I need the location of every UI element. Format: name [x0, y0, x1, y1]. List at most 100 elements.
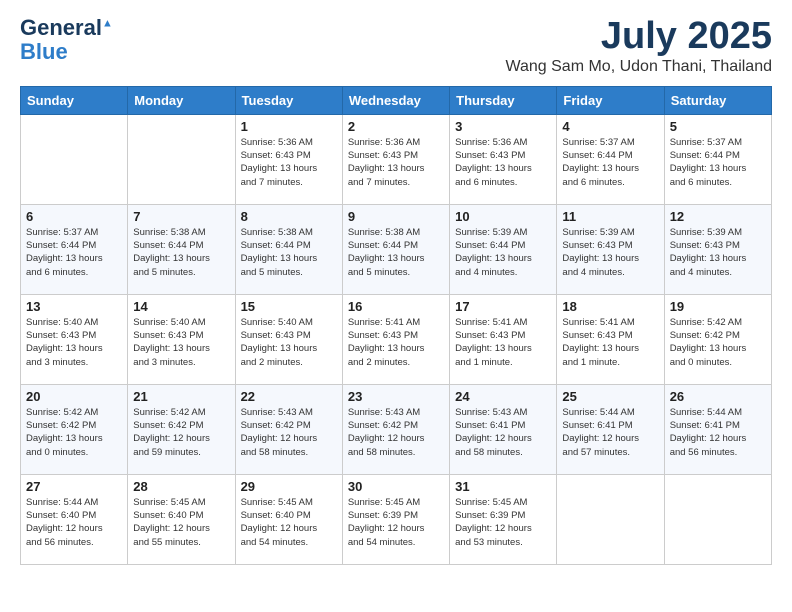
day-detail: Sunrise: 5:40 AM Sunset: 6:43 PM Dayligh… — [26, 316, 122, 369]
calendar-cell: 24 Sunrise: 5:43 AM Sunset: 6:41 PM Dayli… — [450, 384, 557, 474]
day-detail: Sunrise: 5:41 AM Sunset: 6:43 PM Dayligh… — [348, 316, 444, 369]
calendar-cell: 26 Sunrise: 5:44 AM Sunset: 6:41 PM Dayli… — [664, 384, 771, 474]
calendar-cell: 29Sunrise: 5:45 AM Sunset: 6:40 PM Dayli… — [235, 474, 342, 564]
day-number: 3 — [455, 119, 551, 134]
day-detail: Sunrise: 5:41 AM Sunset: 6:43 PM Dayligh… — [562, 316, 658, 369]
weekday-header: Monday — [128, 86, 235, 114]
day-detail: Sunrise: 5:36 AM Sunset: 6:43 PM Dayligh… — [348, 136, 444, 189]
day-detail: Sunrise: 5:37 AM Sunset: 6:44 PM Dayligh… — [562, 136, 658, 189]
day-number: 25 — [562, 389, 658, 404]
calendar-cell: 8 Sunrise: 5:38 AM Sunset: 6:44 PM Daylig… — [235, 204, 342, 294]
calendar-cell: 31 Sunrise: 5:45 AM Sunset: 6:39 PM Dayli… — [450, 474, 557, 564]
logo: General▲ Blue — [20, 16, 113, 64]
day-detail: Sunrise: 5:44 AM Sunset: 6:40 PM Dayligh… — [26, 496, 122, 549]
day-number: 27 — [26, 479, 122, 494]
day-number: 15 — [241, 299, 337, 314]
day-detail: Sunrise: 5:45 AM Sunset: 6:40 PM Dayligh… — [133, 496, 229, 549]
calendar-week-row: 27 Sunrise: 5:44 AM Sunset: 6:40 PM Dayli… — [21, 474, 772, 564]
day-detail: Sunrise: 5:41 AM Sunset: 6:43 PM Dayligh… — [455, 316, 551, 369]
day-detail: Sunrise: 5:39 AM Sunset: 6:43 PM Dayligh… — [562, 226, 658, 279]
day-detail: Sunrise: 5:43 AM Sunset: 6:42 PM Dayligh… — [348, 406, 444, 459]
day-detail: Sunrise: 5:38 AM Sunset: 6:44 PM Dayligh… — [348, 226, 444, 279]
day-number: 4 — [562, 119, 658, 134]
calendar-cell: 14Sunrise: 5:40 AM Sunset: 6:43 PM Dayli… — [128, 294, 235, 384]
day-detail: Sunrise: 5:39 AM Sunset: 6:43 PM Dayligh… — [670, 226, 766, 279]
day-detail: Sunrise: 5:45 AM Sunset: 6:39 PM Dayligh… — [455, 496, 551, 549]
calendar-week-row: 20 Sunrise: 5:42 AM Sunset: 6:42 PM Dayli… — [21, 384, 772, 474]
calendar-cell: 9 Sunrise: 5:38 AM Sunset: 6:44 PM Daylig… — [342, 204, 449, 294]
page: General▲ Blue July 2025 Wang Sam Mo, Udo… — [0, 0, 792, 612]
weekday-header: Sunday — [21, 86, 128, 114]
day-detail: Sunrise: 5:37 AM Sunset: 6:44 PM Dayligh… — [670, 136, 766, 189]
day-number: 23 — [348, 389, 444, 404]
day-number: 13 — [26, 299, 122, 314]
subtitle: Wang Sam Mo, Udon Thani, Thailand — [505, 58, 772, 76]
day-number: 19 — [670, 299, 766, 314]
day-number: 5 — [670, 119, 766, 134]
day-number: 31 — [455, 479, 551, 494]
header: General▲ Blue July 2025 Wang Sam Mo, Udo… — [20, 16, 772, 76]
calendar-cell: 19Sunrise: 5:42 AM Sunset: 6:42 PM Dayli… — [664, 294, 771, 384]
day-number: 21 — [133, 389, 229, 404]
day-detail: Sunrise: 5:38 AM Sunset: 6:44 PM Dayligh… — [241, 226, 337, 279]
day-number: 6 — [26, 209, 122, 224]
calendar-cell: 15 Sunrise: 5:40 AM Sunset: 6:43 PM Dayli… — [235, 294, 342, 384]
logo-blue: Blue — [20, 40, 68, 64]
calendar-header-row: SundayMondayTuesdayWednesdayThursdayFrid… — [21, 86, 772, 114]
calendar-cell: 12 Sunrise: 5:39 AM Sunset: 6:43 PM Dayli… — [664, 204, 771, 294]
day-detail: Sunrise: 5:43 AM Sunset: 6:41 PM Dayligh… — [455, 406, 551, 459]
calendar-cell: 20 Sunrise: 5:42 AM Sunset: 6:42 PM Dayli… — [21, 384, 128, 474]
day-number: 10 — [455, 209, 551, 224]
day-detail: Sunrise: 5:42 AM Sunset: 6:42 PM Dayligh… — [133, 406, 229, 459]
weekday-header: Wednesday — [342, 86, 449, 114]
day-number: 8 — [241, 209, 337, 224]
day-number: 30 — [348, 479, 444, 494]
day-detail: Sunrise: 5:43 AM Sunset: 6:42 PM Dayligh… — [241, 406, 337, 459]
day-detail: Sunrise: 5:42 AM Sunset: 6:42 PM Dayligh… — [26, 406, 122, 459]
day-number: 22 — [241, 389, 337, 404]
calendar-cell: 18 Sunrise: 5:41 AM Sunset: 6:43 PM Dayli… — [557, 294, 664, 384]
calendar-cell: 7Sunrise: 5:38 AM Sunset: 6:44 PM Daylig… — [128, 204, 235, 294]
day-number: 26 — [670, 389, 766, 404]
day-detail: Sunrise: 5:38 AM Sunset: 6:44 PM Dayligh… — [133, 226, 229, 279]
weekday-header: Friday — [557, 86, 664, 114]
title-section: July 2025 Wang Sam Mo, Udon Thani, Thail… — [505, 16, 772, 76]
day-number: 16 — [348, 299, 444, 314]
weekday-header: Thursday — [450, 86, 557, 114]
calendar-cell: 10 Sunrise: 5:39 AM Sunset: 6:44 PM Dayli… — [450, 204, 557, 294]
calendar-cell: 25 Sunrise: 5:44 AM Sunset: 6:41 PM Dayli… — [557, 384, 664, 474]
day-number: 18 — [562, 299, 658, 314]
calendar-cell — [664, 474, 771, 564]
day-number: 2 — [348, 119, 444, 134]
calendar-cell: 6 Sunrise: 5:37 AM Sunset: 6:44 PM Daylig… — [21, 204, 128, 294]
weekday-header: Saturday — [664, 86, 771, 114]
day-number: 11 — [562, 209, 658, 224]
calendar-cell: 22 Sunrise: 5:43 AM Sunset: 6:42 PM Dayli… — [235, 384, 342, 474]
calendar-cell: 4 Sunrise: 5:37 AM Sunset: 6:44 PM Daylig… — [557, 114, 664, 204]
day-number: 12 — [670, 209, 766, 224]
day-detail: Sunrise: 5:36 AM Sunset: 6:43 PM Dayligh… — [241, 136, 337, 189]
calendar-cell: 2 Sunrise: 5:36 AM Sunset: 6:43 PM Daylig… — [342, 114, 449, 204]
calendar-cell: 28Sunrise: 5:45 AM Sunset: 6:40 PM Dayli… — [128, 474, 235, 564]
calendar-week-row: 13 Sunrise: 5:40 AM Sunset: 6:43 PM Dayli… — [21, 294, 772, 384]
day-detail: Sunrise: 5:37 AM Sunset: 6:44 PM Dayligh… — [26, 226, 122, 279]
day-detail: Sunrise: 5:39 AM Sunset: 6:44 PM Dayligh… — [455, 226, 551, 279]
calendar-cell: 11 Sunrise: 5:39 AM Sunset: 6:43 PM Dayli… — [557, 204, 664, 294]
calendar-cell — [21, 114, 128, 204]
calendar-cell: 13 Sunrise: 5:40 AM Sunset: 6:43 PM Dayli… — [21, 294, 128, 384]
day-number: 9 — [348, 209, 444, 224]
calendar-cell: 16 Sunrise: 5:41 AM Sunset: 6:43 PM Dayli… — [342, 294, 449, 384]
day-detail: Sunrise: 5:40 AM Sunset: 6:43 PM Dayligh… — [241, 316, 337, 369]
day-detail: Sunrise: 5:40 AM Sunset: 6:43 PM Dayligh… — [133, 316, 229, 369]
calendar-table: SundayMondayTuesdayWednesdayThursdayFrid… — [20, 86, 772, 565]
calendar-cell: 17Sunrise: 5:41 AM Sunset: 6:43 PM Dayli… — [450, 294, 557, 384]
day-detail: Sunrise: 5:36 AM Sunset: 6:43 PM Dayligh… — [455, 136, 551, 189]
calendar-week-row: 6 Sunrise: 5:37 AM Sunset: 6:44 PM Daylig… — [21, 204, 772, 294]
day-detail: Sunrise: 5:44 AM Sunset: 6:41 PM Dayligh… — [670, 406, 766, 459]
calendar-cell: 1 Sunrise: 5:36 AM Sunset: 6:43 PM Daylig… — [235, 114, 342, 204]
day-number: 20 — [26, 389, 122, 404]
day-detail: Sunrise: 5:44 AM Sunset: 6:41 PM Dayligh… — [562, 406, 658, 459]
day-number: 24 — [455, 389, 551, 404]
day-number: 1 — [241, 119, 337, 134]
calendar-week-row: 1 Sunrise: 5:36 AM Sunset: 6:43 PM Daylig… — [21, 114, 772, 204]
